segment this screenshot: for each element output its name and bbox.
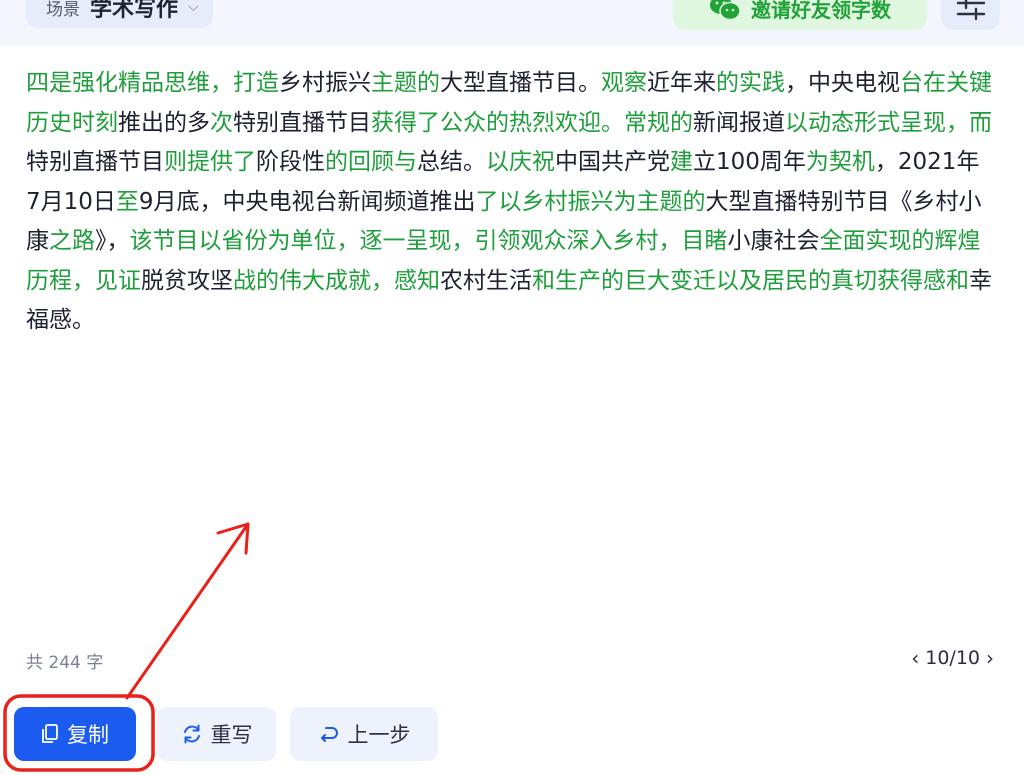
original-text-segment: 总结。 [417,149,486,175]
changed-text-segment: 了以乡村振兴为主题的 [475,188,706,215]
changed-text-segment: 次 [210,109,233,136]
changed-text-segment: 为契机 [805,149,875,175]
changed-text-segment: 获得了公众的热烈欢迎。常规的 [371,109,693,136]
original-text-segment: 》， [95,228,130,254]
copy-button[interactable]: 复制 [14,707,136,761]
refresh-icon [183,724,200,744]
original-text-segment: ，中央电视 [785,70,900,96]
annotation-arrow-head [216,522,250,555]
changed-text-segment: 该节目以省份为单位，逐一呈现，引领观众深入乡村，目睹 [129,228,728,254]
changed-text-segment: 四是强化精品思维，打造 [26,70,279,96]
pager-text: 10/10 [925,647,980,669]
original-text-segment: 特别直播节目 [26,149,164,175]
chevron-right-icon[interactable]: › [986,646,994,670]
changed-text-segment: 建 [670,149,693,175]
chevron-down-icon: ⌵ [188,0,199,15]
original-text-segment: 新闻报道 [693,109,785,136]
changed-text-segment: 则提供了 [164,149,256,175]
scene-value: 学术写作 [90,0,179,22]
app-window: 场景 学术写作 ⌵ 邀请好友领字数 四是强化精品思维，打造乡村振兴主题的大型直播… [0,0,1024,775]
top-bar: 场景 学术写作 ⌵ 邀请好友领字数 [0,0,1024,46]
changed-text-segment: 以庆祝 [486,149,555,175]
original-text-segment: 乡村振兴 [279,70,371,96]
scene-selector[interactable]: 场景 学术写作 ⌵ [26,0,213,28]
chevron-left-icon[interactable]: ‹ [911,646,919,670]
char-count: 共 244 字 [26,653,104,673]
sliders-icon [956,0,985,21]
settings-button[interactable] [941,0,1000,30]
changed-text-segment: 以动态形式呈现，而 [785,109,992,136]
changed-text-segment: 至 [115,188,139,215]
annotation-arrow-line [125,522,250,700]
original-text-segment: 农村生活 [440,267,532,294]
changed-text-segment: 主题的 [371,70,440,96]
original-text-segment: 大型直播节目。 [440,70,601,96]
rewritten-text: 四是强化精品思维，打造乡村振兴主题的大型直播节目。观察近年来的实践，中央电视台在… [26,64,992,341]
invite-label: 邀请好友领字数 [751,0,891,22]
original-text-segment: 9月底，中央电视台新闻频道推出 [138,188,476,215]
undo-label: 上一步 [347,723,411,747]
changed-text-segment: 的实践 [716,70,785,96]
original-text-segment: 推出的多 [118,109,210,136]
wechat-icon [710,0,741,21]
rewrite-button[interactable]: 重写 [157,707,276,761]
changed-text-segment: 观察 [601,70,647,96]
copy-icon [42,724,58,743]
changed-text-segment: 之路 [49,228,95,254]
pager: ‹ 10/10 › [911,646,994,670]
original-text-segment: 特别直播节目 [233,109,371,136]
original-text-segment: 近年来 [647,70,716,96]
invite-friends-button[interactable]: 邀请好友领字数 [673,0,927,30]
rewrite-label: 重写 [210,723,253,747]
original-text-segment: 中国共产党 [555,149,670,175]
original-text-segment: 立100周年 [693,149,806,175]
changed-text-segment: 战的伟大成就，感知 [233,267,440,294]
undo-button[interactable]: 上一步 [290,707,438,761]
changed-text-segment: 的回顾与 [325,149,417,175]
scene-label: 场景 [46,0,80,20]
original-text-segment: 小康社会 [727,228,820,254]
copy-label: 复制 [67,723,109,747]
undo-icon [320,727,338,742]
original-text-segment: 阶段性 [256,149,325,175]
original-text-segment: 脱贫攻坚 [141,267,233,294]
changed-text-segment: 和生产的巨大变迁以及居民的真切获得感和 [532,267,969,294]
